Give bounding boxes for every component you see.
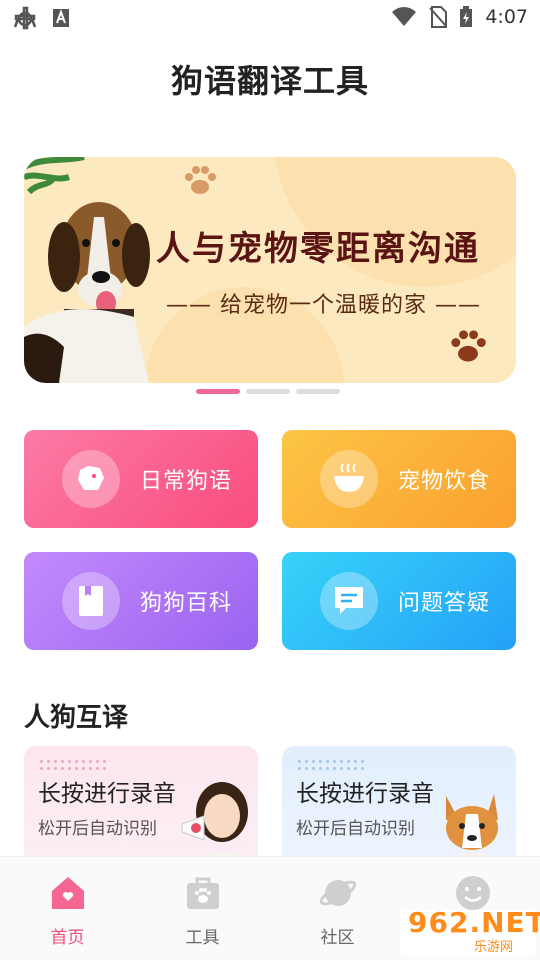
daily-dog-language-card[interactable]: 日常狗语	[24, 430, 258, 528]
section-title: 人狗互译	[24, 703, 129, 733]
home-icon	[52, 877, 84, 909]
site-watermark: 962.NET 乐游网	[400, 906, 540, 956]
carousel-indicator	[196, 389, 340, 394]
record-title: 长按进行录音	[38, 781, 176, 807]
dog-photo	[24, 202, 150, 383]
book-icon	[79, 586, 103, 616]
corgi-illustration	[442, 794, 502, 866]
card-label: 宠物饮食	[398, 469, 491, 494]
dog-encyclopedia-card[interactable]: 狗狗百科	[24, 552, 258, 650]
carousel-dot[interactable]	[246, 389, 290, 394]
tab-label: 首页	[50, 928, 85, 948]
carousel-dot[interactable]	[196, 389, 240, 394]
record-title: 长按进行录音	[296, 781, 434, 807]
qa-card[interactable]: 问题答疑	[282, 552, 516, 650]
tab-label: 工具	[185, 928, 220, 948]
tab-community[interactable]: 社区	[270, 857, 405, 961]
dog-head-icon	[78, 466, 104, 490]
tab-tools[interactable]: 工具	[135, 857, 270, 961]
bug-app-icon	[13, 6, 37, 30]
girl-megaphone-illustration	[181, 782, 250, 866]
wifi-icon	[392, 7, 417, 27]
carousel-dot[interactable]	[296, 389, 340, 394]
text-app-icon	[53, 9, 69, 27]
card-label: 日常狗语	[140, 469, 233, 494]
promo-banner[interactable]: 人与宠物零距离沟通 —— 给宠物一个温暖的家 ——	[24, 157, 516, 383]
record-subtitle: 松开后自动识别	[38, 819, 157, 839]
tab-home[interactable]: 首页	[0, 857, 135, 961]
paw-print-icon	[451, 330, 486, 362]
watermark-subtext: 乐游网	[474, 940, 514, 955]
human-to-dog-record-card[interactable]: 长按进行录音 松开后自动识别	[24, 746, 258, 866]
watermark-text: 962.NET	[408, 906, 540, 939]
banner-headline: 人与宠物零距离沟通	[156, 229, 480, 269]
card-label: 狗狗百科	[140, 591, 233, 616]
battery-icon	[460, 6, 473, 27]
banner-subline: —— 给宠物一个温暖的家 ——	[166, 293, 481, 318]
toolbox-icon	[187, 877, 219, 909]
tab-label: 社区	[320, 928, 355, 948]
no-sim-icon	[429, 6, 448, 28]
record-subtitle: 松开后自动识别	[296, 819, 415, 839]
status-bar: 4:07	[0, 0, 540, 36]
page-title: 狗语翻译工具	[170, 62, 369, 100]
food-bowl-icon	[334, 463, 364, 492]
dog-to-human-record-card[interactable]: 长按进行录音 松开后自动识别	[282, 746, 516, 866]
pet-diet-card[interactable]: 宠物饮食	[282, 430, 516, 528]
planet-icon	[319, 880, 357, 906]
status-time: 4:07	[485, 6, 528, 28]
card-label: 问题答疑	[398, 591, 491, 616]
chat-bubble-icon	[335, 587, 363, 614]
paw-print-icon	[185, 166, 216, 194]
